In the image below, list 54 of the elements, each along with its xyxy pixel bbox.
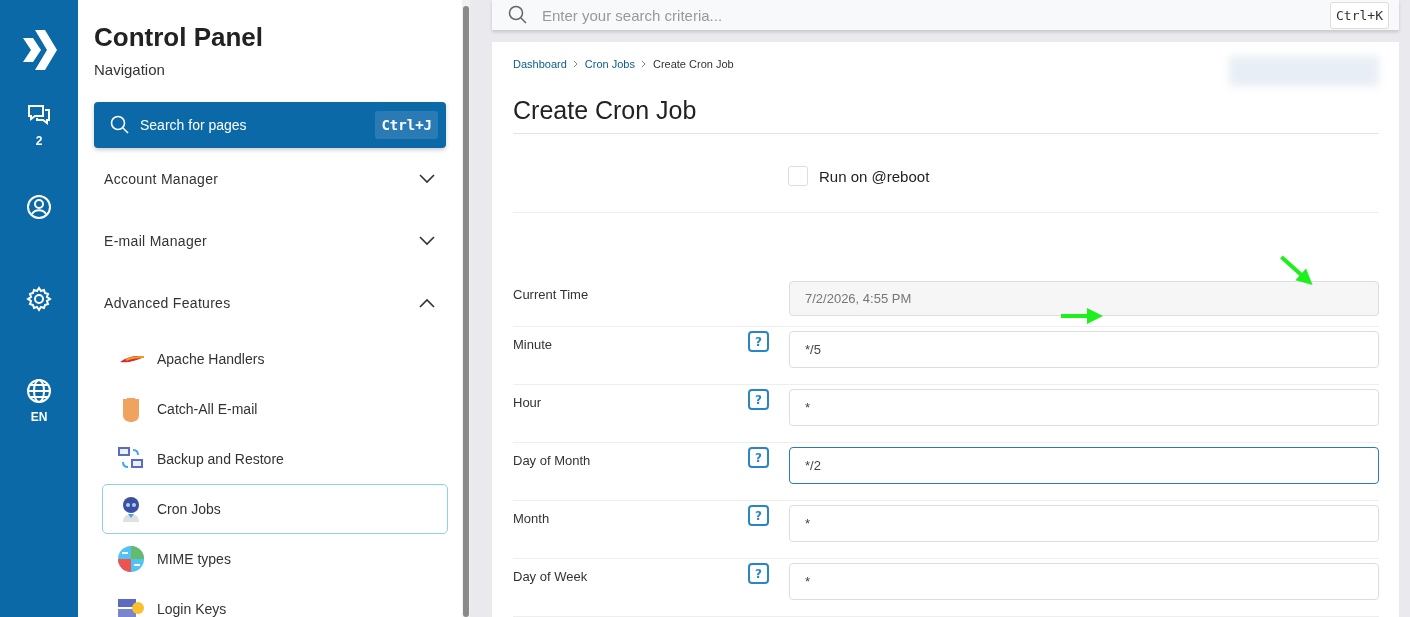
rail-label: EN — [30, 410, 48, 424]
globe-icon[interactable] — [26, 378, 52, 404]
field-label: Hour — [513, 394, 543, 410]
settings-icon[interactable] — [26, 286, 52, 312]
page-search-field[interactable]: Search for pages Ctrl+J — [94, 102, 446, 148]
chevron-right-icon — [640, 60, 647, 68]
input-field[interactable]: * — [789, 505, 1379, 542]
chevron-up-icon — [418, 297, 436, 309]
shortcut-key: Ctrl+J — [375, 111, 438, 139]
nav-item[interactable]: Cron Jobs — [102, 484, 448, 534]
breadcrumb-current: Create Cron Job — [652, 58, 734, 70]
help-button[interactable]: ? — [748, 505, 769, 526]
nav-item[interactable]: Catch-All E-mail — [102, 384, 448, 434]
rail-label: 2 — [35, 134, 43, 148]
help-button[interactable]: ? — [748, 563, 769, 584]
field-label: Month — [513, 510, 551, 526]
nav-item[interactable]: Backup and Restore — [102, 434, 448, 484]
chevron-down-icon — [418, 173, 436, 185]
input-field[interactable]: * — [789, 563, 1379, 600]
nav-section-header[interactable]: Account Manager — [94, 148, 446, 210]
input-field: 7/2/2026, 4:55 PM — [789, 281, 1379, 316]
nav-item[interactable]: Apache Handlers — [102, 334, 448, 384]
search-icon — [508, 5, 528, 25]
field-label: Minute — [513, 336, 554, 352]
scrollbar-thumb[interactable] — [463, 6, 469, 617]
chevron-down-icon — [418, 235, 436, 247]
file-types-icon — [117, 545, 145, 573]
panel-title: Control Panel — [94, 22, 264, 53]
nav-section-header[interactable]: E-mail Manager — [94, 210, 446, 272]
field-label: Day of Week — [513, 568, 589, 584]
help-button[interactable]: ? — [748, 389, 769, 410]
global-search-field[interactable]: Enter your search criteria... Ctrl+K — [492, 0, 1399, 30]
user-icon[interactable] — [26, 194, 52, 220]
help-button[interactable]: ? — [748, 331, 769, 352]
checkbox[interactable] — [788, 166, 808, 186]
field-label: Day of Month — [513, 452, 592, 468]
page-title: Create Cron Job — [513, 96, 1379, 134]
input-field[interactable]: */5 — [789, 331, 1379, 368]
nav-item[interactable]: Login Keys — [102, 584, 448, 617]
nav-section-header[interactable]: Advanced Features — [94, 272, 446, 334]
checkbox-label: Run on @reboot — [819, 167, 930, 185]
field-label: Current Time — [513, 286, 590, 302]
feather-icon — [119, 354, 145, 364]
chevron-right-icon — [572, 60, 579, 68]
search-icon — [110, 115, 130, 135]
panel-subtitle: Navigation — [94, 61, 166, 78]
help-button[interactable]: ? — [748, 447, 769, 468]
chat-icon[interactable] — [26, 102, 52, 128]
input-field[interactable]: * — [789, 389, 1379, 426]
breadcrumb-link[interactable]: Cron Jobs — [584, 58, 635, 70]
shortcut-key: Ctrl+K — [1330, 1, 1389, 29]
input-field[interactable]: */2 — [789, 447, 1379, 484]
breadcrumb-link[interactable]: Dashboard — [513, 58, 567, 70]
nav-item[interactable]: MIME types — [102, 534, 448, 584]
